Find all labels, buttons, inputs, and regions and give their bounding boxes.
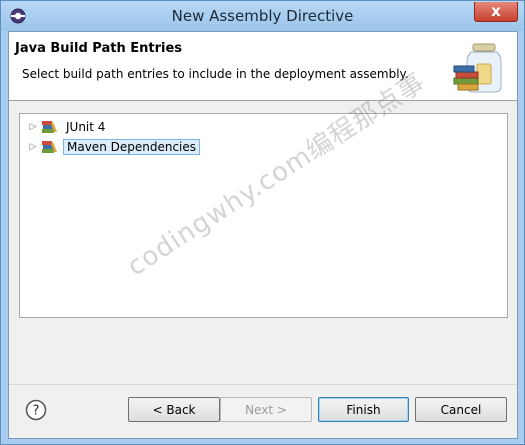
back-button[interactable]: < Back	[128, 397, 220, 422]
page-description: Select build path entries to include in …	[22, 67, 409, 81]
help-button[interactable]: ?	[25, 399, 47, 421]
help-icon: ?	[33, 404, 40, 419]
tree-item-label: JUnit 4	[66, 120, 106, 134]
dialog-body: Java Build Path Entries Select build pat…	[8, 31, 518, 439]
page-title: Java Build Path Entries	[15, 41, 183, 56]
expand-arrow-icon[interactable]: ▷	[28, 122, 38, 132]
header-separator	[9, 100, 517, 101]
wizard-header: Java Build Path Entries Select build pat…	[9, 32, 517, 101]
dialog-window: New Assembly Directive x Java Build Path…	[0, 0, 525, 445]
finish-button[interactable]: Finish	[318, 397, 409, 422]
library-icon	[42, 141, 57, 153]
close-button[interactable]: x	[474, 2, 518, 22]
tree-item-label: Maven Dependencies	[63, 139, 201, 155]
expand-arrow-icon[interactable]: ▷	[28, 142, 38, 152]
next-button[interactable]: Next >	[220, 397, 312, 422]
library-icon	[42, 121, 57, 133]
jar-library-icon	[453, 43, 502, 93]
window-title: New Assembly Directive	[171, 7, 354, 25]
build-path-tree[interactable]: ▷ JUnit 4 ▷ Maven Dependencies	[19, 113, 508, 318]
tree-item-junit[interactable]: ▷ JUnit 4	[28, 118, 108, 136]
footer-separator	[9, 384, 517, 385]
tree-item-maven-dependencies[interactable]: ▷ Maven Dependencies	[28, 138, 201, 156]
title-bar[interactable]: New Assembly Directive x	[1, 1, 524, 31]
close-icon: x	[491, 2, 501, 20]
cancel-button[interactable]: Cancel	[415, 397, 507, 422]
